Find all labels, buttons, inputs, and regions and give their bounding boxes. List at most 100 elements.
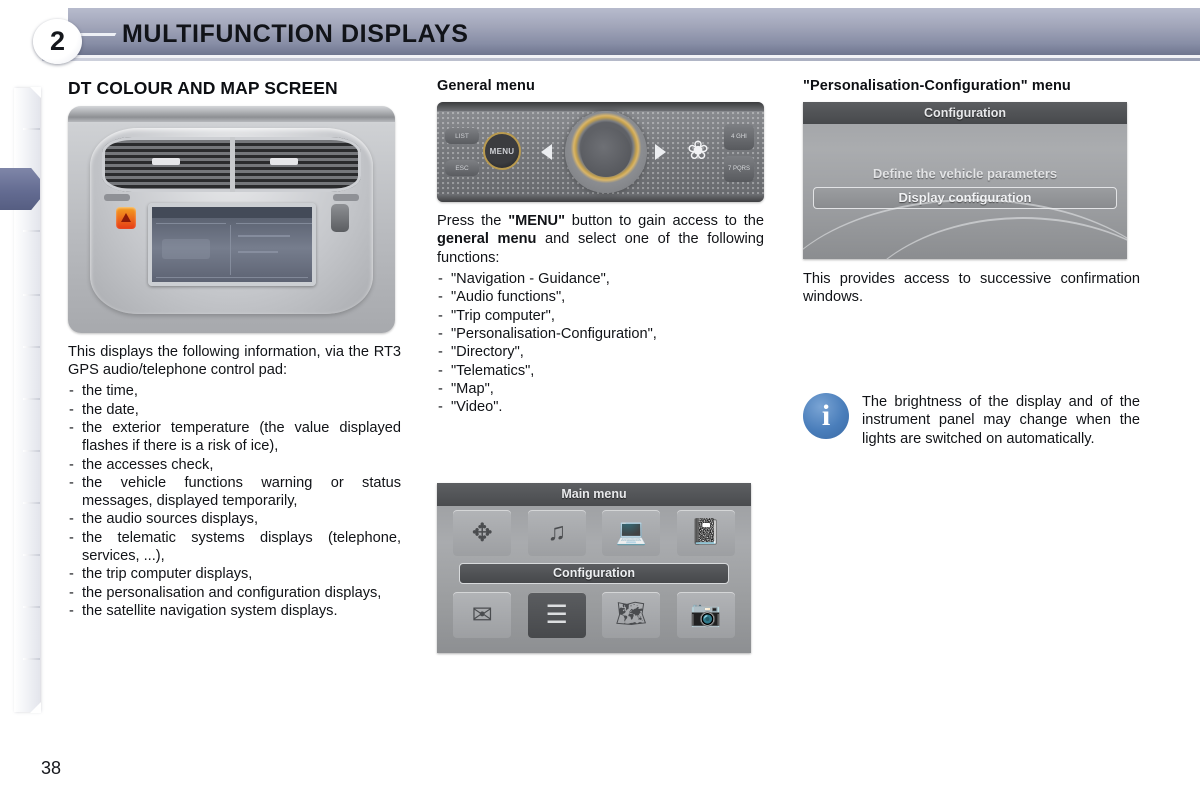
header-underline xyxy=(42,58,1200,61)
rotary-control-wheel[interactable] xyxy=(565,111,647,194)
list-item: the audio sources displays, xyxy=(68,510,401,529)
tab-divider xyxy=(23,554,40,556)
manual-page: MULTIFUNCTION DISPLAYS 2 DT COLOUR AND M… xyxy=(0,0,1200,800)
configuration-icon[interactable]: ☰ xyxy=(527,591,586,638)
general-menu-function-list: "Navigation - Guidance", "Audio function… xyxy=(437,270,764,417)
middle-column-heading: General menu xyxy=(437,78,535,94)
list-item: "Telematics", xyxy=(437,362,764,381)
list-item: the satellite navigation system displays… xyxy=(68,602,401,621)
left-column: DT COLOUR AND MAP SCREEN This displays t… xyxy=(68,78,401,621)
keypad-button-7-pqrs[interactable]: 7 PQRS xyxy=(724,156,754,183)
dashboard-display-photo xyxy=(68,105,395,333)
list-button[interactable]: LIST xyxy=(445,128,479,145)
main-menu-icon-row-1: ✥ ♫ 💻 📓 xyxy=(437,506,751,556)
right-column-heading: "Personalisation-Configuration" menu xyxy=(803,78,1071,94)
list-item: "Audio functions", xyxy=(437,288,764,307)
screen-content-line xyxy=(238,250,278,253)
vent-adjuster-tab xyxy=(270,157,298,165)
telematics-icon[interactable]: ✉ xyxy=(453,591,512,638)
tab-divider xyxy=(23,450,40,452)
list-item: the vehicle functions warning or status … xyxy=(68,474,401,511)
left-arrow-icon[interactable] xyxy=(541,144,552,161)
audio-functions-icon[interactable]: ♫ xyxy=(527,509,586,556)
list-item: the exterior temperature (the value disp… xyxy=(68,419,401,456)
tab-divider xyxy=(23,606,40,608)
hazard-warning-button xyxy=(116,206,136,229)
video-icon[interactable]: 📷 xyxy=(676,591,735,638)
vent-adjuster-tab xyxy=(152,157,180,165)
multifunction-screen xyxy=(148,202,316,286)
dashboard-button-right xyxy=(333,193,359,201)
control-pad-photo: LIST ESC MENU ❀ 4 GHI 7 PQRS xyxy=(437,102,764,203)
main-menu-screen: Main menu ✥ ♫ 💻 📓 Configuration ✉ ☰ 🗺 📷 xyxy=(437,482,751,653)
left-column-list: the time, the date, the exterior tempera… xyxy=(68,382,401,620)
screen-map-area xyxy=(162,238,210,259)
directory-icon[interactable]: 📓 xyxy=(676,509,735,556)
right-column-paragraph: This provides access to successive confi… xyxy=(803,271,1140,306)
screen-content-line xyxy=(156,276,308,278)
esc-button[interactable]: ESC xyxy=(445,160,479,177)
tab-divider xyxy=(23,398,40,400)
menu-button[interactable]: MENU xyxy=(483,132,521,171)
list-item: the personalisation and configuration di… xyxy=(68,584,401,603)
tab-divider xyxy=(23,230,40,232)
rotary-wheel-inner xyxy=(581,127,631,178)
screen-content-line xyxy=(238,234,290,237)
tab-divider xyxy=(23,128,40,130)
dashboard-button-left xyxy=(104,193,130,201)
list-item: "Navigation - Guidance", xyxy=(437,270,764,289)
list-item: "Map", xyxy=(437,380,764,399)
lion-emblem-icon: ❀ xyxy=(687,135,709,166)
tabstrip-corner-bottom xyxy=(30,702,41,713)
tabstrip-corner-top xyxy=(30,87,41,98)
list-item: "Trip computer", xyxy=(437,307,764,326)
screen-content-line xyxy=(236,222,312,224)
right-arrow-icon[interactable] xyxy=(655,144,666,161)
menu-button-label-bold: "MENU" xyxy=(508,213,565,230)
tab-divider xyxy=(23,346,40,348)
tab-divider xyxy=(23,502,40,504)
info-icon: i xyxy=(803,393,849,439)
chapter-badge: 2 xyxy=(33,19,82,64)
configuration-screen-title: Configuration xyxy=(803,102,1127,125)
control-pad-bottom-edge xyxy=(437,194,764,203)
screen-split-line xyxy=(230,224,231,275)
info-callout-text: The brightness of the display and of the… xyxy=(862,394,1140,447)
screen-content-line xyxy=(156,222,226,224)
list-item: "Video". xyxy=(437,398,764,417)
paragraph-text-mid: button to gain access to the xyxy=(565,213,764,230)
page-number: 38 xyxy=(41,758,62,778)
navigation-guidance-icon[interactable]: ✥ xyxy=(453,509,512,556)
active-chapter-tab[interactable] xyxy=(0,168,40,210)
main-menu-title: Main menu xyxy=(437,482,751,506)
air-vent-divider xyxy=(229,136,235,192)
list-item: the trip computer displays, xyxy=(68,565,401,584)
general-menu-label-bold: general menu xyxy=(437,231,537,248)
paragraph-text-pre: Press the xyxy=(437,213,509,230)
info-callout: i The brightness of the display and of t… xyxy=(803,393,1140,448)
middle-column-paragraph: Press the "MENU" button to gain access t… xyxy=(437,212,764,267)
left-column-heading: DT COLOUR AND MAP SCREEN xyxy=(68,78,338,98)
screen-status-bar xyxy=(152,206,312,218)
control-pad-top-edge xyxy=(437,102,764,112)
map-icon[interactable]: 🗺 xyxy=(602,591,661,638)
list-item: "Personalisation-Configuration", xyxy=(437,325,764,344)
main-menu-selected-label[interactable]: Configuration xyxy=(459,562,729,584)
configuration-screen-line1: Define the vehicle parameters xyxy=(872,166,1058,182)
trip-computer-icon[interactable]: 💻 xyxy=(602,509,661,556)
middle-column: General menu LIST ESC MENU ❀ 4 GHI 7 PQR… xyxy=(437,78,764,653)
list-item: the telematic systems displays (telephon… xyxy=(68,529,401,566)
list-item: the accesses check, xyxy=(68,456,401,475)
left-column-intro: This displays the following information,… xyxy=(68,343,401,378)
dashboard-knob xyxy=(331,203,349,232)
list-item: the time, xyxy=(68,382,401,401)
dashboard-top-trim xyxy=(68,105,395,122)
page-title: MULTIFUNCTION DISPLAYS xyxy=(122,20,469,48)
list-item: the date, xyxy=(68,401,401,420)
tab-divider xyxy=(23,658,40,660)
list-item: "Directory", xyxy=(437,343,764,362)
keypad-button-4-ghi[interactable]: 4 GHI xyxy=(724,124,754,151)
dashboard-surround xyxy=(90,127,373,314)
right-column: "Personalisation-Configuration" menu Con… xyxy=(803,78,1140,307)
chapter-number: 2 xyxy=(49,26,66,56)
